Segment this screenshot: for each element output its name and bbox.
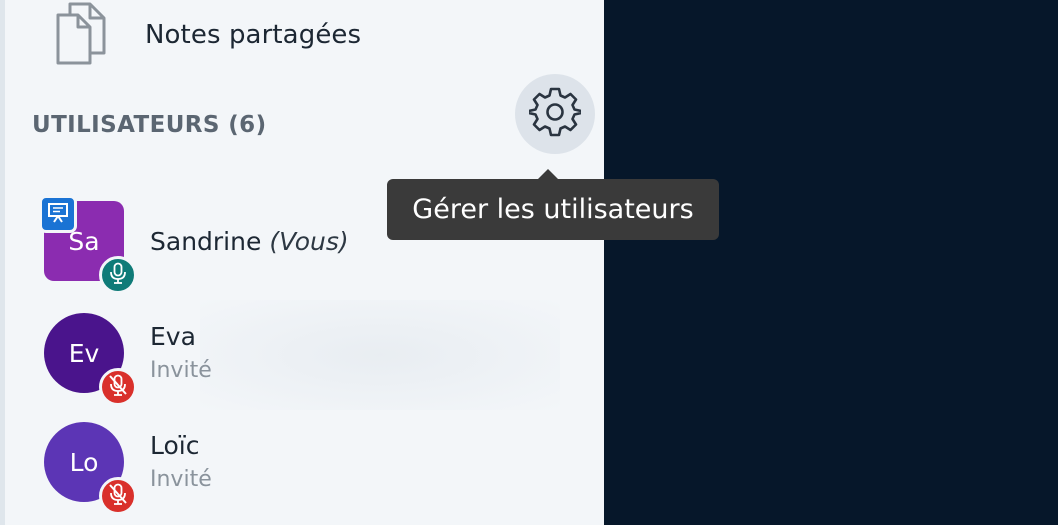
manage-users-button[interactable] bbox=[515, 74, 595, 154]
documents-icon bbox=[52, 1, 108, 69]
user-list-item[interactable]: Lo Loïc Invité bbox=[44, 422, 584, 518]
user-name-text: Sandrine bbox=[150, 227, 262, 256]
user-list-sidebar: Notes partagées UTILISATEURS (6) Sa Sand… bbox=[0, 0, 604, 525]
avatar-initials: Ev bbox=[68, 338, 100, 368]
microphone-muted-icon bbox=[108, 483, 128, 509]
shared-notes-item[interactable]: Notes partagées bbox=[52, 2, 452, 68]
presentation-icon bbox=[47, 201, 69, 227]
mic-status-badge bbox=[99, 368, 137, 406]
mic-status-badge bbox=[99, 256, 137, 294]
manage-users-tooltip: Gérer les utilisateurs bbox=[387, 169, 719, 240]
user-role: Invité bbox=[150, 467, 212, 492]
gear-icon bbox=[527, 86, 583, 142]
shared-notes-label: Notes partagées bbox=[145, 20, 362, 50]
presenter-badge bbox=[39, 195, 77, 233]
self-indicator: (Vous) bbox=[269, 227, 349, 256]
microphone-muted-icon bbox=[108, 374, 128, 400]
mic-status-badge bbox=[99, 477, 137, 515]
user-role: Invité bbox=[150, 358, 212, 383]
user-name: Loïc bbox=[150, 431, 200, 460]
avatar-initials: Lo bbox=[69, 447, 99, 477]
user-name: Eva bbox=[150, 322, 196, 351]
user-list-item[interactable]: Ev Eva Invité bbox=[44, 313, 584, 409]
microphone-icon bbox=[108, 262, 128, 288]
user-name: Sandrine (Vous) bbox=[150, 227, 349, 256]
users-section-title: UTILISATEURS (6) bbox=[32, 112, 267, 138]
